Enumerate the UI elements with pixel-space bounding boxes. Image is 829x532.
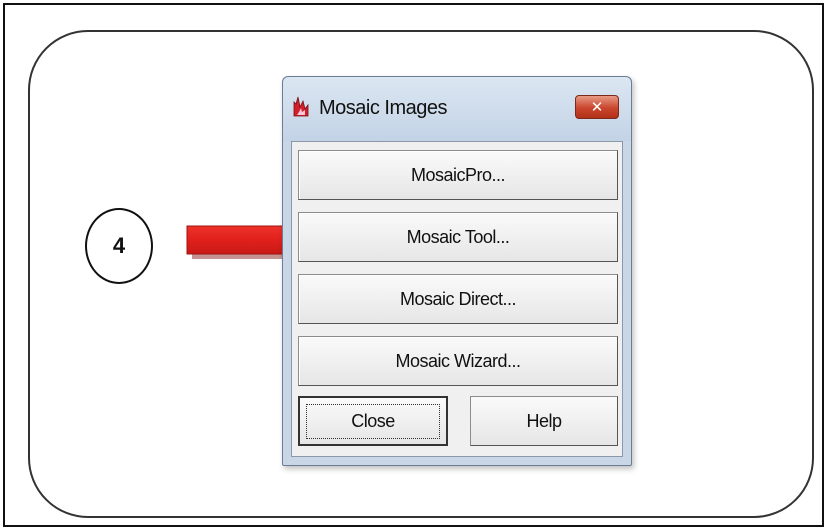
step-number: 4 <box>112 233 126 258</box>
mosaic-flame-icon <box>293 96 309 117</box>
step-number-circle: 4 <box>85 208 153 284</box>
titlebar-close-button[interactable]: ✕ <box>575 95 619 119</box>
mosaic-wizard-button[interactable]: Mosaic Wizard... <box>298 336 618 386</box>
help-button[interactable]: Help <box>470 396 618 446</box>
mosaic-images-dialog: Mosaic Images ✕ MosaicPro... Mosaic Tool… <box>282 76 632 466</box>
mosaic-direct-button[interactable]: Mosaic Direct... <box>298 274 618 324</box>
dialog-client-area: MosaicPro... Mosaic Tool... Mosaic Direc… <box>291 141 623 457</box>
close-icon: ✕ <box>590 98 604 116</box>
mosaic-tool-button[interactable]: Mosaic Tool... <box>298 212 618 262</box>
close-button[interactable]: Close <box>298 396 448 446</box>
close-button-label: Close <box>306 403 440 439</box>
dialog-title: Mosaic Images <box>319 97 448 119</box>
dialog-titlebar[interactable]: Mosaic Images ✕ <box>283 77 631 141</box>
mosaic-pro-button[interactable]: MosaicPro... <box>298 150 618 200</box>
